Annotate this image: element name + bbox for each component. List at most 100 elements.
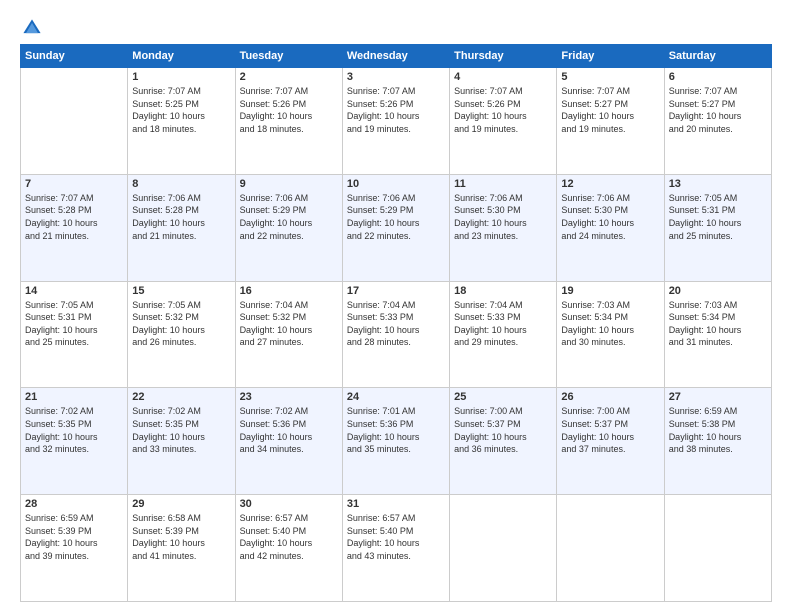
calendar-week-row: 21 Sunrise: 7:02 AMSunset: 5:35 PMDayligh…	[21, 388, 772, 495]
day-number: 12	[561, 178, 659, 190]
day-number: 1	[132, 71, 230, 83]
calendar-cell: 6 Sunrise: 7:07 AMSunset: 5:27 PMDaylight…	[664, 68, 771, 175]
day-info: Sunrise: 7:03 AMSunset: 5:34 PMDaylight:…	[669, 299, 767, 349]
day-info: Sunrise: 7:07 AMSunset: 5:26 PMDaylight:…	[240, 85, 338, 135]
calendar-cell	[450, 495, 557, 602]
calendar-cell: 4 Sunrise: 7:07 AMSunset: 5:26 PMDaylight…	[450, 68, 557, 175]
day-number: 29	[132, 498, 230, 510]
calendar-cell: 5 Sunrise: 7:07 AMSunset: 5:27 PMDaylight…	[557, 68, 664, 175]
day-info: Sunrise: 7:06 AMSunset: 5:28 PMDaylight:…	[132, 192, 230, 242]
day-number: 25	[454, 391, 552, 403]
calendar-cell: 30Sunrise: 6:57 AMSunset: 5:40 PMDayligh…	[235, 495, 342, 602]
logo	[20, 16, 48, 40]
page: SundayMondayTuesdayWednesdayThursdayFrid…	[0, 0, 792, 612]
day-info: Sunrise: 7:04 AMSunset: 5:33 PMDaylight:…	[454, 299, 552, 349]
day-info: Sunrise: 7:00 AMSunset: 5:37 PMDaylight:…	[561, 405, 659, 455]
day-number: 30	[240, 498, 338, 510]
day-number: 15	[132, 285, 230, 297]
calendar-cell: 29 Sunrise: 6:58 AMSunset: 5:39 PMDayligh…	[128, 495, 235, 602]
calendar-cell: 12 Sunrise: 7:06 AMSunset: 5:30 PMDayligh…	[557, 174, 664, 281]
calendar-cell: 8Sunrise: 7:06 AMSunset: 5:28 PMDaylight…	[128, 174, 235, 281]
day-number: 21	[25, 391, 123, 403]
day-number: 31	[347, 498, 445, 510]
calendar-cell: 26 Sunrise: 7:00 AMSunset: 5:37 PMDayligh…	[557, 388, 664, 495]
weekday-header: Saturday	[664, 45, 771, 68]
day-info: Sunrise: 7:04 AMSunset: 5:33 PMDaylight:…	[347, 299, 445, 349]
calendar-cell: 9 Sunrise: 7:06 AMSunset: 5:29 PMDaylight…	[235, 174, 342, 281]
day-number: 28	[25, 498, 123, 510]
calendar-cell: 24 Sunrise: 7:01 AMSunset: 5:36 PMDayligh…	[342, 388, 449, 495]
calendar-cell: 17 Sunrise: 7:04 AMSunset: 5:33 PMDayligh…	[342, 281, 449, 388]
day-number: 22	[132, 391, 230, 403]
calendar-cell	[557, 495, 664, 602]
day-number: 10	[347, 178, 445, 190]
day-number: 17	[347, 285, 445, 297]
calendar-cell: 27 Sunrise: 6:59 AMSunset: 5:38 PMDayligh…	[664, 388, 771, 495]
day-number: 16	[240, 285, 338, 297]
day-info: Sunrise: 7:07 AMSunset: 5:26 PMDaylight:…	[454, 85, 552, 135]
day-info: Sunrise: 7:05 AMSunset: 5:31 PMDaylight:…	[25, 299, 123, 349]
calendar-cell: 15 Sunrise: 7:05 AMSunset: 5:32 PMDayligh…	[128, 281, 235, 388]
day-info: Sunrise: 7:02 AMSunset: 5:35 PMDaylight:…	[132, 405, 230, 455]
weekday-header: Sunday	[21, 45, 128, 68]
weekday-header: Tuesday	[235, 45, 342, 68]
calendar-table: SundayMondayTuesdayWednesdayThursdayFrid…	[20, 44, 772, 602]
day-info: Sunrise: 6:57 AMSunset: 5:40 PMDaylight:…	[347, 512, 445, 562]
day-info: Sunrise: 7:05 AMSunset: 5:31 PMDaylight:…	[669, 192, 767, 242]
day-number: 18	[454, 285, 552, 297]
day-number: 5	[561, 71, 659, 83]
logo-icon	[20, 16, 44, 40]
day-info: Sunrise: 6:59 AMSunset: 5:38 PMDaylight:…	[669, 405, 767, 455]
calendar-cell: 2 Sunrise: 7:07 AMSunset: 5:26 PMDaylight…	[235, 68, 342, 175]
day-number: 14	[25, 285, 123, 297]
day-number: 24	[347, 391, 445, 403]
day-number: 11	[454, 178, 552, 190]
day-info: Sunrise: 6:58 AMSunset: 5:39 PMDaylight:…	[132, 512, 230, 562]
day-info: Sunrise: 7:07 AMSunset: 5:28 PMDaylight:…	[25, 192, 123, 242]
day-info: Sunrise: 7:05 AMSunset: 5:32 PMDaylight:…	[132, 299, 230, 349]
calendar-cell: 10Sunrise: 7:06 AMSunset: 5:29 PMDayligh…	[342, 174, 449, 281]
day-info: Sunrise: 7:00 AMSunset: 5:37 PMDaylight:…	[454, 405, 552, 455]
day-info: Sunrise: 7:03 AMSunset: 5:34 PMDaylight:…	[561, 299, 659, 349]
weekday-header: Monday	[128, 45, 235, 68]
calendar-cell: 3 Sunrise: 7:07 AMSunset: 5:26 PMDaylight…	[342, 68, 449, 175]
day-number: 27	[669, 391, 767, 403]
calendar-cell: 25 Sunrise: 7:00 AMSunset: 5:37 PMDayligh…	[450, 388, 557, 495]
calendar-cell: 28 Sunrise: 6:59 AMSunset: 5:39 PMDayligh…	[21, 495, 128, 602]
calendar-cell: 7Sunrise: 7:07 AMSunset: 5:28 PMDaylight…	[21, 174, 128, 281]
calendar-cell	[664, 495, 771, 602]
day-info: Sunrise: 7:07 AMSunset: 5:27 PMDaylight:…	[669, 85, 767, 135]
calendar-cell: 16 Sunrise: 7:04 AMSunset: 5:32 PMDayligh…	[235, 281, 342, 388]
calendar-week-row: 14 Sunrise: 7:05 AMSunset: 5:31 PMDayligh…	[21, 281, 772, 388]
day-number: 9	[240, 178, 338, 190]
calendar-cell: 18 Sunrise: 7:04 AMSunset: 5:33 PMDayligh…	[450, 281, 557, 388]
day-info: Sunrise: 7:04 AMSunset: 5:32 PMDaylight:…	[240, 299, 338, 349]
calendar-cell: 13Sunrise: 7:05 AMSunset: 5:31 PMDayligh…	[664, 174, 771, 281]
day-number: 6	[669, 71, 767, 83]
day-info: Sunrise: 7:06 AMSunset: 5:30 PMDaylight:…	[561, 192, 659, 242]
calendar-cell: 20Sunrise: 7:03 AMSunset: 5:34 PMDayligh…	[664, 281, 771, 388]
day-info: Sunrise: 6:59 AMSunset: 5:39 PMDaylight:…	[25, 512, 123, 562]
day-info: Sunrise: 7:06 AMSunset: 5:30 PMDaylight:…	[454, 192, 552, 242]
calendar-cell: 22 Sunrise: 7:02 AMSunset: 5:35 PMDayligh…	[128, 388, 235, 495]
day-info: Sunrise: 7:07 AMSunset: 5:26 PMDaylight:…	[347, 85, 445, 135]
calendar-cell: 14 Sunrise: 7:05 AMSunset: 5:31 PMDayligh…	[21, 281, 128, 388]
day-info: Sunrise: 7:06 AMSunset: 5:29 PMDaylight:…	[240, 192, 338, 242]
calendar-week-row: 28 Sunrise: 6:59 AMSunset: 5:39 PMDayligh…	[21, 495, 772, 602]
calendar-week-row: 1Sunrise: 7:07 AMSunset: 5:25 PMDaylight…	[21, 68, 772, 175]
day-number: 4	[454, 71, 552, 83]
header	[20, 16, 772, 40]
calendar-header-row: SundayMondayTuesdayWednesdayThursdayFrid…	[21, 45, 772, 68]
calendar-cell: 19 Sunrise: 7:03 AMSunset: 5:34 PMDayligh…	[557, 281, 664, 388]
day-info: Sunrise: 7:02 AMSunset: 5:35 PMDaylight:…	[25, 405, 123, 455]
day-info: Sunrise: 7:01 AMSunset: 5:36 PMDaylight:…	[347, 405, 445, 455]
day-number: 26	[561, 391, 659, 403]
day-info: Sunrise: 7:07 AMSunset: 5:27 PMDaylight:…	[561, 85, 659, 135]
day-number: 3	[347, 71, 445, 83]
weekday-header: Friday	[557, 45, 664, 68]
weekday-header: Thursday	[450, 45, 557, 68]
day-number: 19	[561, 285, 659, 297]
calendar-cell: 23Sunrise: 7:02 AMSunset: 5:36 PMDayligh…	[235, 388, 342, 495]
day-number: 2	[240, 71, 338, 83]
day-number: 23	[240, 391, 338, 403]
